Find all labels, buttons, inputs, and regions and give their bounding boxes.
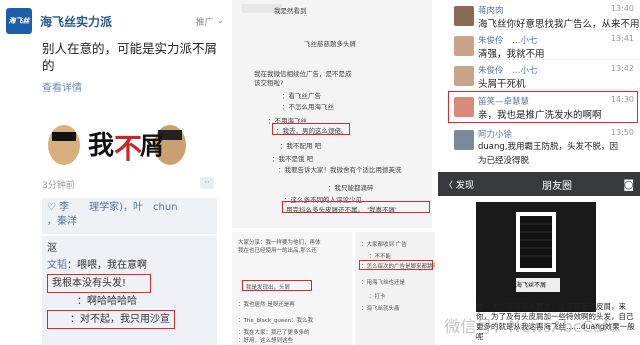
comment-line: ：打卡 <box>369 294 386 300</box>
ad-header: 海飞丝 海飞丝实力派 推广 ⌄ <box>0 0 230 38</box>
comment-line: ：好用，这么想到这些 <box>238 338 294 344</box>
account-name[interactable]: 海飞丝实力派 <box>40 13 195 30</box>
avatar[interactable] <box>454 66 474 86</box>
view-details-link[interactable]: 查看详情 <box>0 76 230 97</box>
brand-logo[interactable]: 海飞丝 <box>6 8 32 34</box>
comment-line: ：我去，男的这么烦佬。 <box>276 127 348 135</box>
comment-text: 头屑干死机 <box>478 79 526 90</box>
ad-text: 别人在意的，可能是实力派不屑的 <box>42 41 218 73</box>
comment-author[interactable]: 朱俊伶 …小七 <box>478 64 538 76</box>
image-char-1: 我 <box>88 131 114 161</box>
comment-line: 我是然看到 <box>274 7 307 15</box>
comment-row[interactable]: 朱俊伶 …小七 13:41 清强，我就不用 <box>438 32 640 60</box>
comment-text: ：啊哈哈哈哈 <box>77 296 137 307</box>
more-comments-icon[interactable]: ·· <box>200 177 214 189</box>
comment-time: 14:30 <box>610 95 634 104</box>
comments-list: 沤 文韬：喂喂，我在意啊 我根本没有头发! ：啊哈哈哈哈 ：对不起，我只用沙宣 <box>42 236 217 345</box>
comment-line: ：The_black_queen：我么我 <box>238 318 314 324</box>
comment-line: ：用海飞丝也还是 <box>361 280 406 286</box>
comment-screenshot-panel: 我是然看到 飞丝慈慈题多头屑 我在我微信相续位广告，是不是成 该交租啦? ：看飞… <box>232 0 432 228</box>
comment-row-highlighted[interactable]: 笛笑—卓慧慧 14:30 亲，我也是推广洗发水的啊啊 <box>438 93 640 121</box>
comment-text: ：对不起，我只用沙宣 <box>47 310 175 329</box>
comment-text: duang,我用霸王防脱，头发不脱，因 <box>478 142 618 152</box>
likes-list: ♡ 李 理学家)，叶 chun ，秦洋 <box>42 198 217 234</box>
comment-row[interactable]: 朱俊伶 …小七 13:42 头屑干死机 <box>438 62 640 90</box>
ad-post-panel: 海飞丝 海飞丝实力派 推广 ⌄ 别人在意的，可能是实力派不屑的 查看详情 我 不… <box>0 0 230 345</box>
promoted-tag[interactable]: 推广 <box>195 15 213 28</box>
comment-text-continued: 为已经没得脱 <box>478 156 530 166</box>
comment-author[interactable]: 笛笑—卓慧慧 <box>478 95 529 107</box>
comments-screenshot-right: 蒋肉肉 13:40 海飞丝你好意思找我广告么，从来不用 朱俊伶 …小七 13:4… <box>438 0 640 168</box>
camera-icon[interactable]: ◙ <box>610 178 634 191</box>
comment-text: 喂喂，我在意啊 <box>77 260 147 271</box>
comment-line: ：不怎么用海飞丝 <box>282 103 334 111</box>
comment-row[interactable]: ：啊哈哈哈哈 <box>47 293 212 310</box>
comment-screenshot-panel-3: ：大家都收到 广告 ：不不能 ：怎么每次的广告是脚来都跳来 ：用海飞丝也还是 ：… <box>355 232 435 345</box>
comment-line: 用完抖么多头皮屑还不属。 '我喜不屑' <box>286 206 397 214</box>
comment-text: 我根本没有头发! <box>47 274 152 293</box>
comment-line: ：我不配用 吧 <box>280 142 322 150</box>
post-time: 3分钟前 <box>42 181 75 191</box>
avatar[interactable] <box>454 97 474 117</box>
comment-line: ：怎么每次的广告是脚来都跳来 <box>361 264 435 270</box>
comment-line: ：不不能 <box>369 254 392 260</box>
back-button[interactable]: 〈 发现 <box>444 178 504 191</box>
comment-line: ：大家都收到 广告 <box>361 242 407 248</box>
comment-row[interactable]: 沤 <box>47 240 212 257</box>
comment-line: 我是发现出，头屑 <box>246 285 291 291</box>
ad-image[interactable]: 我 不 屑 <box>42 110 192 172</box>
comment-line: ：海飞丝就头痛 <box>361 306 400 312</box>
comment-time: 13:42 <box>610 64 634 73</box>
comment-time: 13:40 <box>610 4 634 13</box>
post-image[interactable]: 海飞丝不屑 <box>476 202 596 312</box>
comment-line: ：我只能都滴碎 <box>328 184 374 192</box>
comment-line: ：看飞丝广告 <box>282 92 321 100</box>
comment-text: 清强，我就不用 <box>478 49 545 60</box>
comment-row-highlighted[interactable]: ：对不起，我只用沙宣 <box>47 310 212 329</box>
comment-line: ：我在大家：我已了更多多的 <box>238 330 310 336</box>
comment-row[interactable]: 文韬：喂喂，我在意啊 <box>47 257 212 274</box>
nav-bar: 〈 发现 朋友圈 ◙ <box>438 172 640 196</box>
chevron-down-icon[interactable]: ⌄ <box>216 16 224 26</box>
comment-screenshot-panel-2: 大家分享：我一样要为他们，再体 我在也已经使用一的出品,那么还 我是发现出，头屑… <box>232 232 352 345</box>
comment-author[interactable]: 朱俊伶 …小七 <box>478 34 538 46</box>
watermark: 微信号：NewsAbcCafe <box>444 317 618 336</box>
comment-row[interactable]: 阿力小徐 13:50 duang,我用霸王防脱，头发不脱，因 <box>438 126 640 154</box>
comment-author[interactable]: 阿力小徐 <box>478 128 512 140</box>
image-char-3: 屑 <box>140 132 164 160</box>
likes-line-1[interactable]: ♡ 李 理学家)，叶 chun <box>47 201 212 215</box>
comment-text: 亲，我也是推广洗发水的啊啊 <box>478 110 602 121</box>
comment-line: ：我不是饿 吧 <box>272 155 314 163</box>
comment-author[interactable]: 沤 <box>47 243 57 254</box>
image-char-2: 不 <box>114 132 142 165</box>
comment-line: 该交租啦? <box>254 79 284 87</box>
comment-time: 13:50 <box>610 128 634 137</box>
likes-line-2[interactable]: ，秦洋 <box>47 215 212 229</box>
comment-line: ：我也居然 是呀还是再 <box>238 302 295 308</box>
comment-author[interactable]: 文韬 <box>47 260 67 271</box>
comment-author[interactable]: 蒋肉肉 <box>478 4 504 16</box>
comment-line: 大家分享：我一样要为他们，再体 <box>238 240 321 246</box>
comment-line: ：我要告诉大家！我微舍有个适比用德芙洗 <box>278 166 402 174</box>
comment-row[interactable]: 蒋肉肉 13:40 海飞丝你好意思找我广告么，从来不用 <box>438 2 640 30</box>
avatar[interactable] <box>454 130 474 150</box>
comment-time: 13:41 <box>610 34 634 43</box>
nav-title: 朋友圈 <box>542 180 572 192</box>
avatar[interactable] <box>454 36 474 56</box>
comment-line: 飞丝慈慈题多头屑 <box>304 40 356 48</box>
comment-line: 我在也已经使用一的出品,那么还 <box>238 248 317 254</box>
image-caption: 海飞丝不屑 <box>516 282 547 289</box>
comment-text: 海飞丝你好意思找我广告么，从来不用 <box>478 19 640 30</box>
comment-row-highlighted[interactable]: 我根本没有头发! <box>47 274 212 293</box>
avatar[interactable] <box>454 6 474 26</box>
